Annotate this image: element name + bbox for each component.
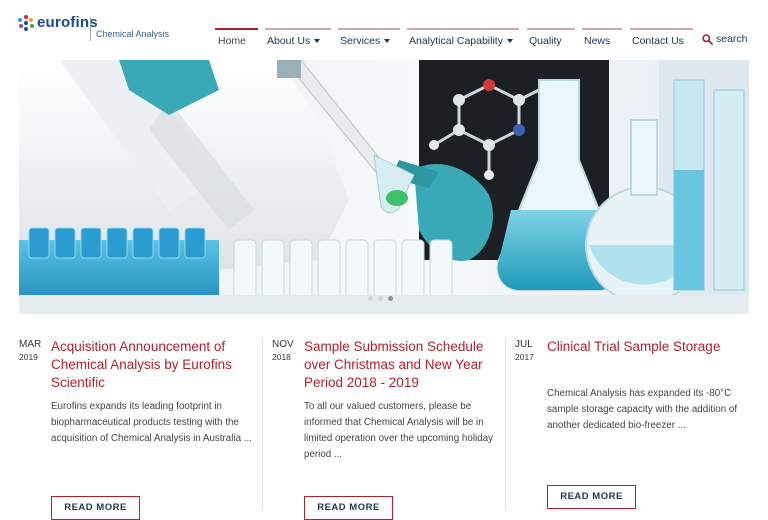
nav-item-services[interactable]: Services [338, 28, 400, 54]
news-month: JUL [515, 339, 533, 350]
laboratory-hero-image [19, 60, 749, 314]
news-year: 2018 [272, 352, 291, 362]
chevron-down-icon [384, 39, 391, 44]
brand-logo[interactable]: eurofins [18, 14, 98, 31]
read-more-button[interactable]: READ MORE [51, 496, 140, 520]
nav-item-quality[interactable]: Quality [527, 28, 575, 54]
brand-division: Chemical Analysis [96, 29, 170, 39]
chevron-down-icon [314, 39, 321, 44]
news-excerpt: Chemical Analysis has expanded its -80°C… [547, 388, 738, 431]
slider-pagination [368, 296, 393, 301]
nav-item-home[interactable]: Home [215, 28, 258, 54]
nav-item-about-us[interactable]: About Us [265, 28, 331, 54]
nav-item-contact-us[interactable]: Contact Us [630, 28, 693, 54]
read-more-button[interactable]: READ MORE [304, 496, 393, 520]
brand-name: eurofins [37, 14, 98, 31]
nav-item-analytical-capability[interactable]: Analytical Capability [407, 28, 519, 54]
column-divider [262, 338, 263, 510]
logo-divider [90, 17, 91, 41]
search-icon [702, 33, 713, 45]
news-title[interactable]: Sample Submission Schedule over Christma… [304, 338, 500, 392]
site-header: eurofins Chemical Analysis Home About Us… [0, 0, 768, 58]
news-year: 2019 [19, 352, 38, 362]
news-year: 2017 [515, 352, 534, 362]
slider-dot-active[interactable] [388, 296, 393, 301]
read-more-button[interactable]: READ MORE [547, 485, 636, 509]
chevron-down-icon [506, 39, 513, 44]
nav-item-news[interactable]: News [582, 28, 622, 54]
news-title[interactable]: Acquisition Announcement of Chemical Ana… [51, 338, 251, 392]
hero-banner [19, 60, 749, 314]
news-date: JUL 2017 [515, 338, 534, 364]
slider-dot[interactable] [368, 296, 373, 301]
slider-dot[interactable] [378, 296, 383, 301]
column-divider [505, 338, 506, 510]
search-button[interactable]: search [702, 33, 748, 45]
news-date: MAR 2019 [19, 338, 41, 364]
news-title[interactable]: Clinical Trial Sample Storage [547, 338, 747, 356]
news-excerpt: Eurofins expands its leading footprint i… [51, 401, 252, 444]
search-label: search [716, 33, 748, 45]
news-month: MAR [19, 339, 42, 350]
eurofins-dots-icon [18, 14, 34, 31]
news-date: NOV 2018 [272, 338, 294, 364]
news-excerpt: To all our valued customers, please be i… [304, 401, 493, 460]
news-month: NOV [272, 339, 294, 350]
